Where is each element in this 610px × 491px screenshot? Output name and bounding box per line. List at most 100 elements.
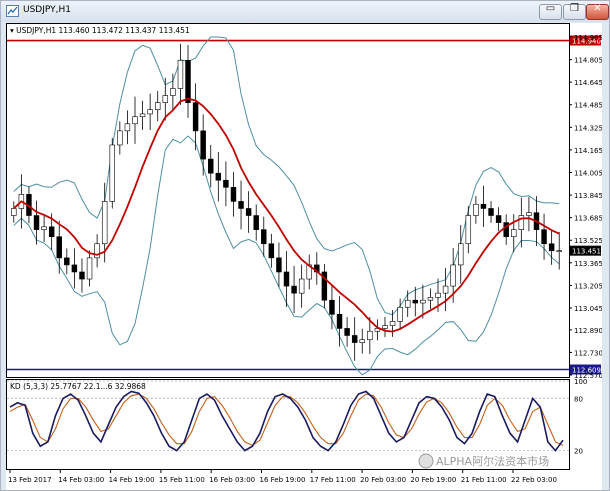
time-label: 17 Feb 11:00	[310, 476, 356, 484]
price-tick-label: 112.730	[574, 349, 602, 357]
candle-body	[404, 299, 411, 308]
candle-body	[556, 250, 562, 252]
price-tick-label: 113.525	[574, 237, 602, 245]
candle-body	[344, 328, 350, 336]
time-label: 22 Feb 03:00	[511, 476, 557, 484]
kd-level-label: 20	[574, 448, 583, 456]
time-label: 20 Feb 03:00	[360, 476, 406, 484]
candle-body	[192, 102, 199, 132]
candle-body	[298, 278, 305, 294]
kd-level-label: 80	[574, 395, 583, 403]
candle-body	[139, 113, 146, 118]
subwindow-label: KD (5,3,3) 25.7767 22.1...6 32.9868	[10, 382, 146, 391]
candle-body	[283, 271, 290, 287]
candle-body	[526, 212, 532, 216]
window-title: USDJPY,H1	[23, 5, 71, 15]
candle-body	[101, 201, 108, 245]
candle-body	[329, 299, 335, 315]
candle-body	[79, 271, 85, 280]
chart-header: ▾ USDJPY,H1 113.460 113.472 113.437 113.…	[10, 26, 190, 35]
candle-body	[11, 208, 17, 216]
candle-body	[177, 59, 184, 89]
chart-area[interactable]: 114.940 112.609 113.451 100 80 20 114.965 114…	[6, 23, 602, 490]
candle-body	[154, 102, 161, 110]
candle-body	[336, 314, 343, 329]
time-label: 21 Feb 11:00	[461, 476, 507, 484]
candle-body	[200, 130, 206, 160]
price-tick-label: 112.570	[574, 372, 602, 380]
candle-body	[480, 203, 487, 209]
title-bar[interactable]: USDJPY,H1 ▭ ❐ ✕	[1, 1, 609, 22]
candle-body	[86, 257, 93, 280]
candle-body	[238, 201, 244, 209]
candle-body	[488, 208, 494, 216]
candle-body	[185, 59, 191, 103]
candle-body	[442, 285, 449, 294]
candle-body	[215, 172, 222, 181]
price-tick-label: 113.045	[574, 305, 602, 313]
candle-body	[382, 325, 388, 329]
time-label: 14 Feb 03:00	[58, 476, 104, 484]
time-label: 14 Feb 19:00	[109, 476, 155, 484]
price-tick-label: 114.005	[574, 169, 602, 177]
price-tick-label: 113.685	[574, 215, 602, 223]
time-label: 16 Feb 19:00	[260, 476, 306, 484]
chart-icon	[6, 5, 19, 17]
candle-body	[450, 264, 456, 287]
candle-body	[223, 179, 229, 188]
candle-body	[208, 158, 214, 174]
price-tick-label: 112.890	[574, 327, 602, 335]
price-tick-label: 114.965	[574, 34, 602, 42]
price-tick-label: 113.845	[574, 192, 602, 200]
candle-body	[132, 116, 138, 125]
close-button[interactable]: ✕	[586, 3, 609, 20]
price-tick-label: 114.485	[574, 102, 602, 110]
price-tick-label: 114.165	[574, 147, 602, 155]
candle-body	[412, 299, 419, 304]
candle-body	[473, 203, 479, 216]
candle-body	[48, 226, 55, 237]
time-label: 13 Feb 2017	[8, 476, 52, 484]
candle-body	[548, 243, 555, 252]
chart-window: USDJPY,H1 ▭ ❐ ✕ 114.940 112.609 113.451 10…	[0, 0, 610, 491]
candle-body	[458, 243, 464, 266]
candle-body	[495, 215, 502, 223]
candle-body	[64, 257, 70, 266]
minimize-button[interactable]: ▭	[539, 3, 562, 20]
candle-body	[147, 109, 153, 115]
candle-body	[511, 229, 517, 237]
watermark-icon	[418, 453, 434, 469]
candle-body	[367, 330, 373, 341]
watermark-text: ALPHA阿尔法资本市场	[436, 454, 549, 468]
restore-button[interactable]: ❐	[563, 3, 586, 20]
candle-body	[162, 95, 169, 103]
candle-body	[268, 243, 275, 259]
main-plot-frame	[6, 23, 570, 378]
candle-body	[397, 306, 403, 322]
watermark: ALPHA阿尔法资本市场	[418, 453, 549, 469]
candle-body	[465, 215, 472, 245]
candle-body	[541, 229, 547, 245]
time-label: 16 Feb 03:00	[209, 476, 255, 484]
candle-body	[71, 264, 78, 273]
close-icon: ✕	[593, 3, 602, 14]
candle-body	[427, 297, 434, 301]
candle-body	[389, 321, 396, 326]
price-chart-svg[interactable]: 114.940112.609113.451 1008020 114.965114…	[6, 23, 602, 490]
price-tick-label: 114.645	[574, 79, 602, 87]
price-tick-label: 114.325	[574, 124, 602, 132]
candle-body	[276, 257, 282, 273]
time-label: 20 Feb 19:00	[410, 476, 456, 484]
minimize-icon: ▭	[545, 3, 556, 14]
candle-body	[420, 299, 426, 304]
candle-body	[117, 130, 123, 146]
candle-body	[253, 215, 259, 230]
current-price-label: 113.451	[572, 248, 601, 256]
candle-body	[435, 292, 441, 298]
candle-body	[230, 187, 237, 202]
restore-icon: ❐	[570, 3, 579, 14]
price-tick-label: 114.805	[574, 57, 602, 65]
candle-body	[245, 208, 252, 216]
time-label: 15 Feb 11:00	[159, 476, 205, 484]
candle-body	[351, 335, 358, 343]
